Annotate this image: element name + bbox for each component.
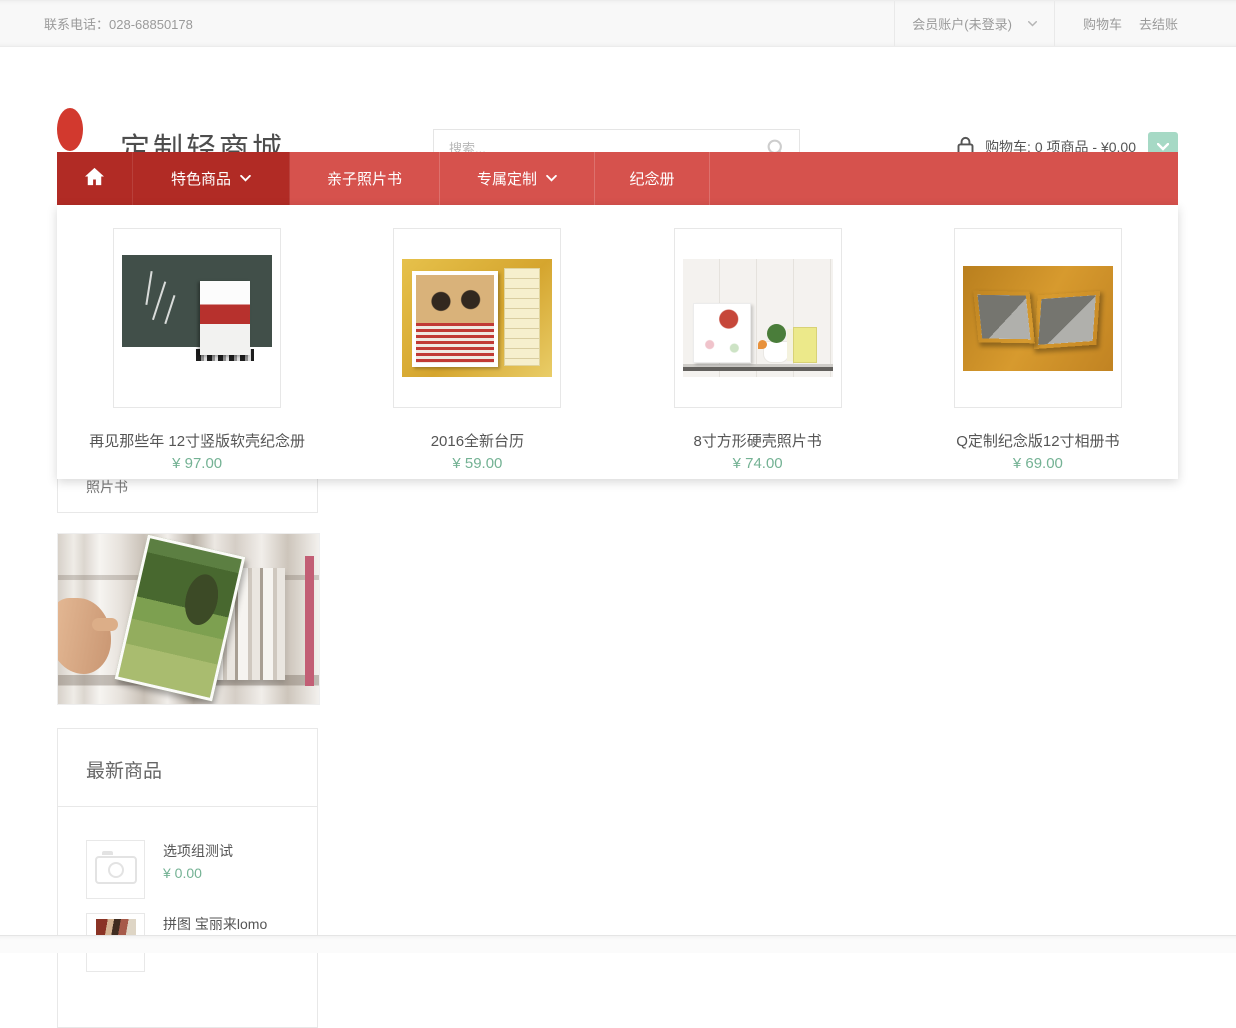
member-account-label: 会员账户(未登录) — [912, 17, 1012, 32]
product-name-link[interactable]: Q定制纪念版12寸相册书 — [898, 432, 1178, 452]
checkout-top-link[interactable]: 去结账 — [1139, 14, 1178, 33]
product-price: ¥ 59.00 — [452, 455, 503, 472]
nav-item-label: 纪念册 — [629, 171, 675, 188]
product-price: ¥ 97.00 — [172, 455, 223, 472]
art-shape — [305, 556, 314, 686]
dropdown-product: Q定制纪念版12寸相册书 ¥ 69.00 — [898, 228, 1178, 479]
product-price: ¥ 74.00 — [732, 455, 783, 472]
product-name-link[interactable]: 选项组测试 — [163, 842, 233, 860]
nav-item-label: 专属定制 — [476, 171, 537, 188]
product-name-link[interactable]: 2016全新台历 — [337, 432, 617, 452]
nav-item-featured[interactable]: 特色商品 — [133, 152, 290, 205]
art-shape — [196, 348, 255, 361]
topbar: 联系电话：028-68850178 会员账户(未登录) 购物车 去结账 — [0, 0, 1236, 47]
product-image-link[interactable] — [953, 228, 1122, 408]
product-info: 选项组测试 ¥ 0.00 — [163, 840, 233, 899]
product-photo — [122, 254, 273, 382]
art-shape — [58, 598, 118, 674]
topbar-links: 会员账户(未登录) 购物车 去结账 — [894, 1, 1236, 46]
art-shape — [971, 289, 1036, 344]
home-icon — [84, 167, 105, 190]
nav-item-label: 特色商品 — [170, 171, 231, 188]
dropdown-product: 8寸方形硬壳照片书 ¥ 74.00 — [618, 228, 898, 479]
product-image-link[interactable] — [113, 228, 282, 408]
product-photo — [402, 259, 553, 377]
product-thumbnail[interactable] — [86, 840, 145, 899]
product-image-link[interactable] — [393, 228, 562, 408]
category-item-photobook[interactable]: 照片书 — [86, 477, 128, 497]
featured-products-dropdown: 再见那些年 12寸竖版软壳纪念册 ¥ 97.00 2016全新台历 ¥ 59.0… — [57, 205, 1178, 479]
main-nav: 特色商品 亲子照片书 专属定制 纪念册 — [57, 152, 1178, 205]
camera-placeholder-icon — [94, 850, 137, 884]
nav-item-memorial-album[interactable]: 纪念册 — [595, 152, 710, 205]
dropdown-product: 再见那些年 12寸竖版软壳纪念册 ¥ 97.00 — [57, 228, 337, 479]
art-shape — [792, 327, 817, 363]
product-name-link[interactable]: 8寸方形硬壳照片书 — [618, 432, 898, 452]
art-shape — [692, 303, 751, 363]
latest-products-heading: 最新商品 — [86, 761, 163, 782]
product-photo — [962, 265, 1113, 371]
sidebar-banner-image[interactable] — [57, 533, 320, 705]
chevron-down-icon — [240, 175, 251, 182]
art-shape — [145, 270, 153, 305]
product-photo — [682, 259, 833, 377]
nav-item-label: 亲子照片书 — [326, 171, 402, 188]
product-price: ¥ 0.00 — [163, 865, 202, 881]
product-image-link[interactable] — [673, 228, 842, 408]
chevron-down-icon — [546, 175, 557, 182]
product-price: ¥ 69.00 — [1012, 455, 1063, 472]
latest-product-item[interactable]: 选项组测试 ¥ 0.00 — [86, 840, 299, 899]
product-name-link[interactable]: 拼图 宝丽来lomo — [163, 915, 267, 933]
member-account-dropdown[interactable]: 会员账户(未登录) — [894, 1, 1055, 46]
latest-products-box: 最新商品 选项组测试 ¥ 0.00 拼图 宝丽来lomo — [57, 728, 318, 1028]
nav-item-parent-child-photobook[interactable]: 亲子照片书 — [290, 152, 440, 205]
art-shape — [757, 324, 789, 363]
caret-down-icon — [1027, 20, 1037, 27]
contact-phone: 联系电话：028-68850178 — [44, 17, 193, 32]
viewport-bottom-strip — [0, 935, 1236, 953]
nav-home[interactable] — [57, 152, 133, 205]
header: 定制轻商城 购物车: 0 项商品 - ¥0.00 — [0, 47, 1236, 172]
nav-item-exclusive-custom[interactable]: 专属定制 — [440, 152, 595, 205]
art-shape — [1032, 289, 1102, 350]
product-name-link[interactable]: 再见那些年 12寸竖版软壳纪念册 — [57, 432, 337, 452]
dropdown-product: 2016全新台历 ¥ 59.00 — [337, 228, 617, 479]
cart-top-link[interactable]: 购物车 — [1083, 14, 1122, 33]
